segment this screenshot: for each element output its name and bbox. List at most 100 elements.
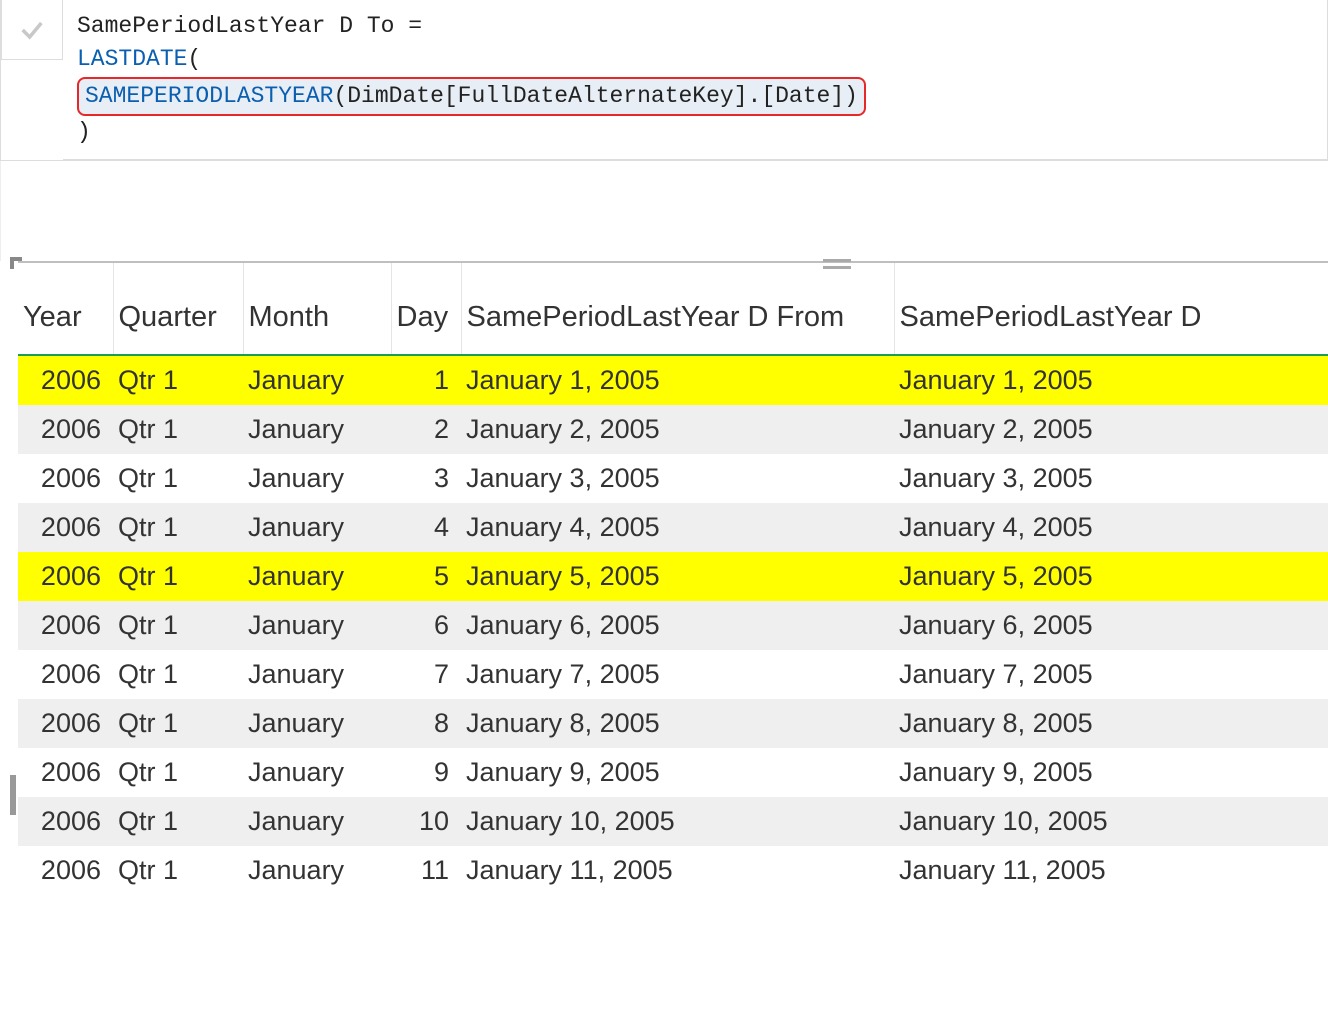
col-header-quarter[interactable]: Quarter [113,263,243,355]
col-header-to[interactable]: SamePeriodLastYear D [894,263,1328,355]
formula-line1: SamePeriodLastYear D To = [77,13,422,39]
table-row[interactable]: 2006Qtr 1January3January 3, 2005January … [18,454,1328,503]
cell-year: 2006 [18,846,113,895]
cell-quarter: Qtr 1 [113,503,243,552]
cell-month: January [243,405,391,454]
cell-month: January [243,797,391,846]
cell-from: January 4, 2005 [461,503,894,552]
cell-day: 1 [391,355,461,405]
cell-to: January 5, 2005 [894,552,1328,601]
cell-to: January 3, 2005 [894,454,1328,503]
cell-year: 2006 [18,405,113,454]
cell-month: January [243,846,391,895]
table-body: 2006Qtr 1January1January 1, 2005January … [18,355,1328,895]
cell-year: 2006 [18,503,113,552]
cell-from: January 9, 2005 [461,748,894,797]
table-row[interactable]: 2006Qtr 1January1January 1, 2005January … [18,355,1328,405]
cell-year: 2006 [18,454,113,503]
cell-to: January 7, 2005 [894,650,1328,699]
cell-to: January 4, 2005 [894,503,1328,552]
cell-day: 7 [391,650,461,699]
cell-year: 2006 [18,355,113,405]
cell-from: January 7, 2005 [461,650,894,699]
cell-quarter: Qtr 1 [113,650,243,699]
cell-month: January [243,699,391,748]
cell-quarter: Qtr 1 [113,699,243,748]
cell-from: January 2, 2005 [461,405,894,454]
cell-from: January 3, 2005 [461,454,894,503]
cell-year: 2006 [18,748,113,797]
cell-day: 2 [391,405,461,454]
table-row[interactable]: 2006Qtr 1January2January 2, 2005January … [18,405,1328,454]
spacer [0,161,1328,261]
cell-day: 8 [391,699,461,748]
formula-bar: SamePeriodLastYear D To = LASTDATE( SAME… [0,0,1328,161]
table-side-handle-icon[interactable] [10,775,16,815]
cell-year: 2006 [18,650,113,699]
table-row[interactable]: 2006Qtr 1January8January 8, 2005January … [18,699,1328,748]
cell-month: January [243,454,391,503]
formula-editor[interactable]: SamePeriodLastYear D To = LASTDATE( SAME… [63,0,1328,160]
table-row[interactable]: 2006Qtr 1January4January 4, 2005January … [18,503,1328,552]
cell-month: January [243,748,391,797]
cell-quarter: Qtr 1 [113,405,243,454]
cell-to: January 8, 2005 [894,699,1328,748]
table-row[interactable]: 2006Qtr 1January11January 11, 2005Januar… [18,846,1328,895]
table-drag-grip-icon[interactable] [823,259,851,269]
cell-day: 5 [391,552,461,601]
cell-month: January [243,601,391,650]
cell-quarter: Qtr 1 [113,846,243,895]
cell-to: January 9, 2005 [894,748,1328,797]
formula-paren-close: ) [77,119,91,145]
cell-month: January [243,552,391,601]
formula-args: (DimDate[FullDateAlternateKey].[Date]) [333,83,858,109]
formula-func-sply: SAMEPERIODLASTYEAR [85,83,333,109]
table-row[interactable]: 2006Qtr 1January6January 6, 2005January … [18,601,1328,650]
check-icon [18,16,46,44]
cell-from: January 6, 2005 [461,601,894,650]
cell-quarter: Qtr 1 [113,748,243,797]
table-row[interactable]: 2006Qtr 1January9January 9, 2005January … [18,748,1328,797]
col-header-day[interactable]: Day [391,263,461,355]
cell-year: 2006 [18,601,113,650]
formula-highlight-box: SAMEPERIODLASTYEAR(DimDate[FullDateAlter… [77,77,866,116]
col-header-month[interactable]: Month [243,263,391,355]
cell-year: 2006 [18,699,113,748]
table-header-row: Year Quarter Month Day SamePeriodLastYea… [18,263,1328,355]
table-row[interactable]: 2006Qtr 1January7January 7, 2005January … [18,650,1328,699]
cell-day: 11 [391,846,461,895]
cell-month: January [243,355,391,405]
cell-from: January 8, 2005 [461,699,894,748]
col-header-from[interactable]: SamePeriodLastYear D From [461,263,894,355]
col-header-year[interactable]: Year [18,263,113,355]
data-table-container: Year Quarter Month Day SamePeriodLastYea… [18,261,1328,895]
commit-check-button[interactable] [1,0,63,60]
cell-year: 2006 [18,797,113,846]
cell-quarter: Qtr 1 [113,355,243,405]
cell-from: January 10, 2005 [461,797,894,846]
cell-from: January 5, 2005 [461,552,894,601]
cell-day: 4 [391,503,461,552]
cell-from: January 1, 2005 [461,355,894,405]
cell-day: 10 [391,797,461,846]
cell-quarter: Qtr 1 [113,552,243,601]
data-table: Year Quarter Month Day SamePeriodLastYea… [18,263,1328,895]
cell-year: 2006 [18,552,113,601]
cell-quarter: Qtr 1 [113,601,243,650]
cell-quarter: Qtr 1 [113,454,243,503]
cell-month: January [243,503,391,552]
cell-to: January 11, 2005 [894,846,1328,895]
cell-month: January [243,650,391,699]
cell-day: 6 [391,601,461,650]
table-corner-handle-icon[interactable] [10,257,22,269]
table-row[interactable]: 2006Qtr 1January10January 10, 2005Januar… [18,797,1328,846]
table-row[interactable]: 2006Qtr 1January5January 5, 2005January … [18,552,1328,601]
cell-day: 9 [391,748,461,797]
cell-quarter: Qtr 1 [113,797,243,846]
formula-paren-open: ( [187,46,201,72]
cell-to: January 10, 2005 [894,797,1328,846]
cell-to: January 1, 2005 [894,355,1328,405]
cell-from: January 11, 2005 [461,846,894,895]
cell-day: 3 [391,454,461,503]
cell-to: January 2, 2005 [894,405,1328,454]
